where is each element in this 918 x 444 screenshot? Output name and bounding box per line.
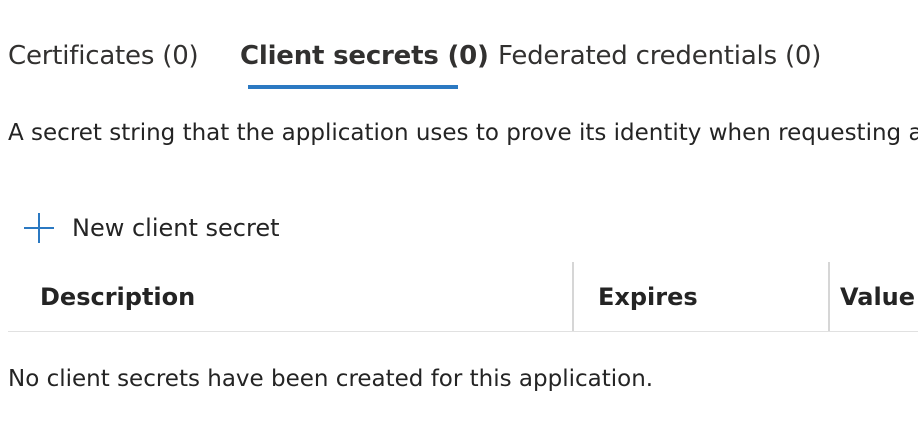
new-client-secret-button[interactable]: New client secret — [24, 208, 280, 248]
tab-client-secrets[interactable]: Client secrets (0) — [240, 36, 489, 76]
tab-certificates[interactable]: Certificates (0) — [8, 36, 199, 76]
column-header-value[interactable]: Value — [840, 262, 918, 332]
tab-federated-credentials[interactable]: Federated credentials (0) — [498, 36, 821, 76]
column-resize-handle[interactable] — [828, 262, 830, 332]
table-header-divider — [8, 331, 918, 332]
empty-state-message: No client secrets have been created for … — [8, 366, 654, 392]
column-header-description[interactable]: Description — [40, 262, 540, 332]
column-header-expires[interactable]: Expires — [598, 262, 828, 332]
section-description: A secret string that the application use… — [8, 120, 918, 146]
credentials-tabs: Certificates (0) Client secrets (0) Fede… — [8, 36, 918, 90]
active-tab-indicator — [248, 85, 458, 89]
new-client-secret-label: New client secret — [72, 214, 280, 242]
secrets-table-header: Description Expires Value — [8, 262, 918, 332]
plus-icon — [24, 213, 54, 243]
column-resize-handle[interactable] — [572, 262, 574, 332]
